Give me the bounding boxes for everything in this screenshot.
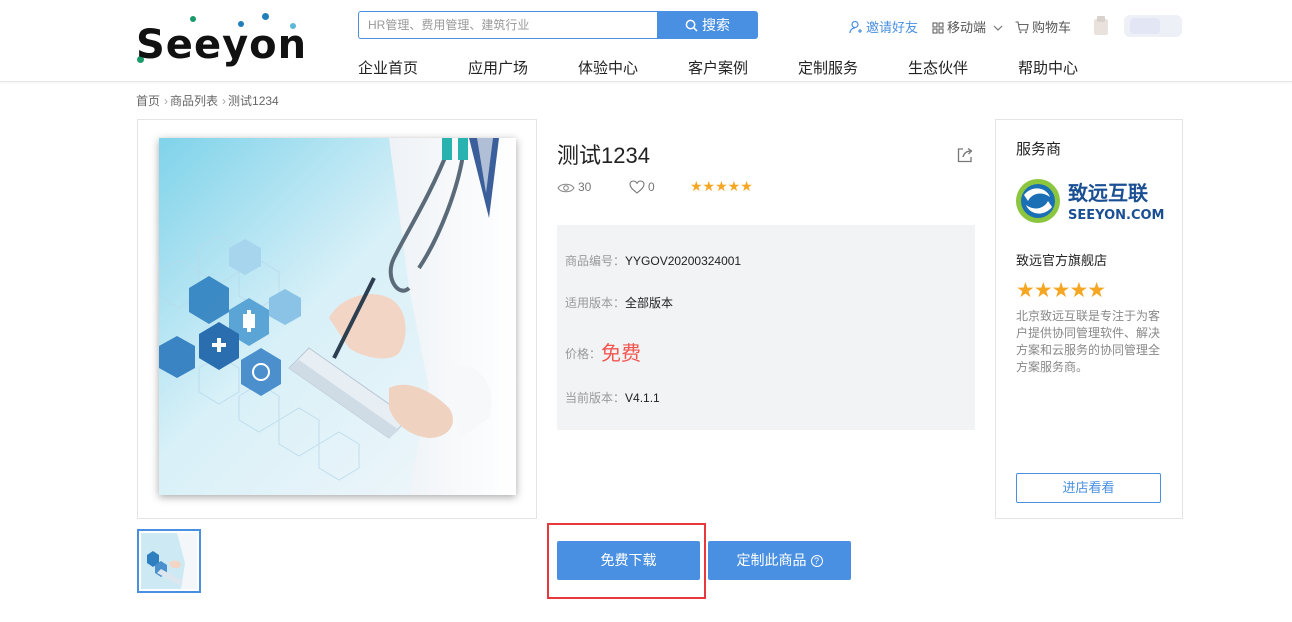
user-add-icon — [849, 20, 862, 34]
nav-item-experience[interactable]: 体验中心 — [578, 57, 638, 78]
breadcrumb-product-list[interactable]: 商品列表 — [170, 94, 218, 108]
nav-item-home[interactable]: 企业首页 — [358, 57, 418, 78]
product-image-panel — [137, 119, 537, 519]
product-code-value: YYGOV20200324001 — [625, 254, 742, 268]
like-count[interactable]: 0 — [629, 180, 655, 194]
vendor-name[interactable]: 致远官方旗舰店 — [1016, 250, 1107, 269]
version-value: V4.1.1 — [625, 391, 660, 405]
edition-value: 全部版本 — [625, 296, 674, 310]
seeyon-logo[interactable]: Seeyon — [136, 12, 308, 68]
vendor-logo[interactable]: 致远互联 SEEYON.COM — [1016, 175, 1166, 227]
mobile-link[interactable]: 移动端 — [932, 17, 1006, 36]
nav-item-custom-service[interactable]: 定制服务 — [798, 57, 858, 78]
view-count-value: 30 — [578, 180, 592, 194]
product-main-image[interactable] — [159, 138, 516, 495]
chevron-down-icon — [993, 25, 1003, 31]
cart-label: 购物车 — [1032, 20, 1072, 35]
chevron-right-icon: › — [164, 94, 169, 108]
breadcrumb: 首页 › 商品列表 › 测试1234 — [136, 92, 281, 109]
product-thumbnail[interactable] — [137, 529, 201, 593]
search-button-label: 搜索 — [702, 17, 730, 33]
vendor-logo-en: SEEYON.COM — [1068, 208, 1164, 223]
product-info-box: 商品编号：YYGOV20200324001 适用版本：全部版本 价格：免费 当前… — [557, 225, 975, 430]
logo-wordmark: Seeyon — [136, 22, 308, 68]
search-button[interactable]: 搜索 — [657, 11, 758, 39]
version-row: 当前版本：V4.1.1 — [565, 389, 660, 406]
nav-item-partners[interactable]: 生态伙伴 — [908, 57, 968, 78]
cart-link[interactable]: 购物车 — [1015, 17, 1071, 36]
nav-item-app-market[interactable]: 应用广场 — [468, 57, 528, 78]
nav-item-cases[interactable]: 客户案例 — [688, 57, 748, 78]
customize-product-button[interactable]: 定制此商品? — [708, 541, 851, 580]
search-icon — [685, 19, 698, 32]
price-label: 价格： — [565, 347, 602, 361]
customize-label: 定制此商品 — [736, 552, 807, 568]
edition-row: 适用版本：全部版本 — [565, 294, 673, 311]
user-avatar[interactable] — [1094, 15, 1184, 39]
invite-friends-link[interactable]: 邀请好友 — [849, 17, 918, 36]
search-input[interactable]: HR管理、费用管理、建筑行业 — [358, 11, 658, 39]
highlight-annotation — [547, 523, 706, 599]
breadcrumb-home[interactable]: 首页 — [136, 94, 160, 108]
visit-store-button[interactable]: 进店看看 — [1016, 473, 1161, 503]
product-title: 测试1234 — [557, 143, 650, 168]
grid-icon — [932, 22, 944, 34]
breadcrumb-current: 测试1234 — [228, 94, 279, 108]
site-header: Seeyon HR管理、费用管理、建筑行业 搜索 邀请好友 移动端 购物车 企业… — [0, 0, 1292, 82]
vendor-heading: 服务商 — [1016, 141, 1062, 158]
edition-label: 适用版本： — [565, 296, 626, 310]
logo-dot — [262, 13, 269, 20]
like-count-value: 0 — [648, 180, 655, 194]
vendor-panel: 服务商 致远互联 SEEYON.COM 致远官方旗舰店 ★★★★★ 北京致远互联… — [995, 119, 1183, 519]
product-code-label: 商品编号： — [565, 254, 626, 268]
price-value: 免费 — [601, 343, 642, 365]
product-rating: ★★★★★ — [690, 178, 753, 194]
version-label: 当前版本： — [565, 391, 626, 405]
vendor-logo-cn: 致远互联 — [1068, 181, 1148, 205]
mobile-label: 移动端 — [947, 20, 987, 35]
view-count: 30 — [557, 180, 591, 194]
vendor-rating: ★★★★★ — [1016, 279, 1106, 302]
invite-label: 邀请好友 — [866, 20, 919, 35]
chevron-right-icon: › — [222, 94, 227, 108]
nav-item-help[interactable]: 帮助中心 — [1018, 57, 1078, 78]
cart-icon — [1015, 21, 1029, 34]
product-code-row: 商品编号：YYGOV20200324001 — [565, 252, 741, 269]
heart-icon — [629, 180, 645, 194]
share-icon[interactable] — [956, 146, 974, 164]
vendor-description: 北京致远互联是专注于为客户提供协同管理软件、解决方案和云服务的协同管理全方案服务… — [1016, 309, 1161, 374]
eye-icon — [557, 183, 575, 193]
help-icon[interactable]: ? — [810, 555, 823, 567]
price-row: 价格：免费 — [565, 337, 641, 366]
